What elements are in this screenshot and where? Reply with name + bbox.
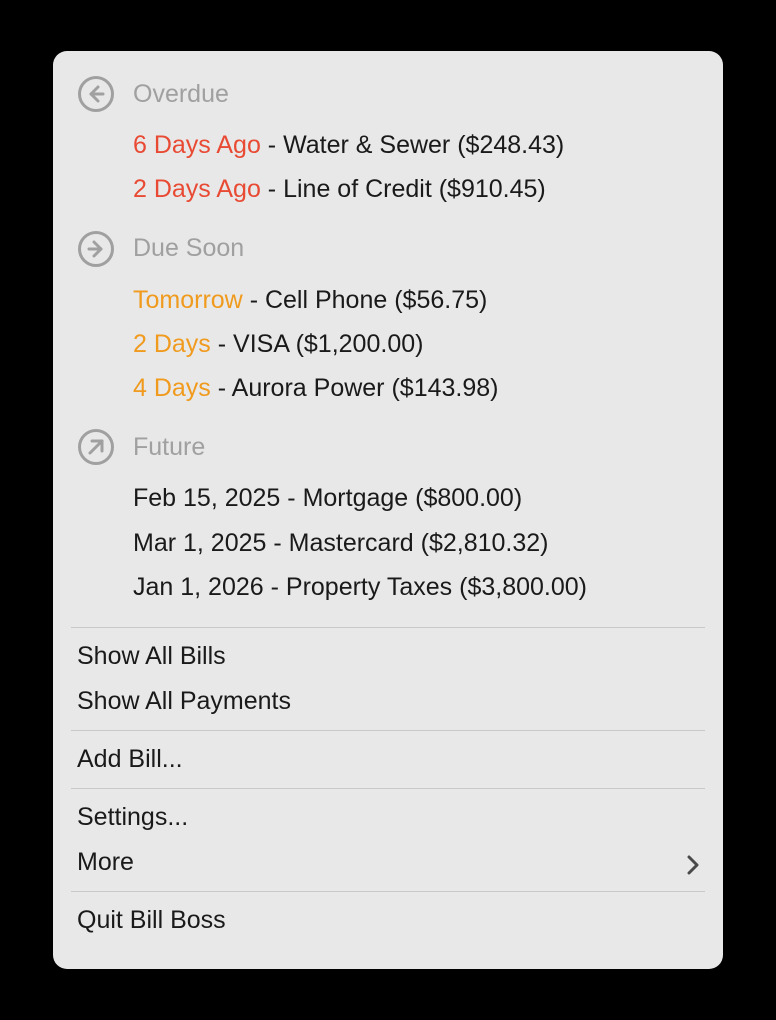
menu-group-quit: Quit Bill Boss: [53, 892, 723, 949]
bill-sep: -: [243, 286, 265, 314]
bill-amount: ($2,810.32): [421, 529, 549, 557]
duesoon-title: Due Soon: [133, 234, 244, 263]
menu-label: Settings...: [77, 803, 188, 832]
future-header: Future: [77, 428, 699, 466]
chevron-right-icon: [687, 853, 699, 873]
bill-date: 6 Days Ago: [133, 131, 261, 159]
bill-name: Mortgage: [303, 484, 409, 512]
bill-sep: -: [261, 131, 283, 159]
bill-sep: -: [280, 484, 302, 512]
bill-item[interactable]: Feb 15, 2025 - Mortgage ($800.00): [133, 480, 699, 516]
bill-date: Mar 1, 2025: [133, 529, 266, 557]
overdue-header: Overdue: [77, 75, 699, 113]
menu-group-show: Show All Bills Show All Payments: [53, 628, 723, 730]
bill-item[interactable]: Jan 1, 2026 - Property Taxes ($3,800.00): [133, 569, 699, 605]
bill-amount: ($143.98): [391, 374, 498, 402]
menu-label: Show All Payments: [77, 687, 291, 716]
arrow-up-right-circle-icon: [77, 428, 115, 466]
bill-item[interactable]: Tomorrow - Cell Phone ($56.75): [133, 282, 699, 318]
bill-amount: ($910.45): [439, 175, 546, 203]
overdue-title: Overdue: [133, 80, 229, 109]
show-all-bills-button[interactable]: Show All Bills: [53, 634, 723, 679]
future-section: Future Feb 15, 2025 - Mortgage ($800.00)…: [53, 428, 723, 605]
bill-name: Mastercard: [289, 529, 414, 557]
bill-name: Property Taxes: [286, 573, 452, 601]
menu-group-add: Add Bill...: [53, 731, 723, 788]
bill-date: 2 Days: [133, 330, 211, 358]
bill-date: Jan 1, 2026: [133, 573, 264, 601]
bill-sep: -: [264, 573, 286, 601]
bill-name: Aurora Power: [232, 374, 385, 402]
future-list: Feb 15, 2025 - Mortgage ($800.00) Mar 1,…: [77, 480, 699, 605]
menu-group-settings: Settings... More: [53, 789, 723, 891]
settings-button[interactable]: Settings...: [53, 795, 723, 840]
menu-label: More: [77, 848, 134, 877]
menu-label: Quit Bill Boss: [77, 906, 226, 935]
show-all-payments-button[interactable]: Show All Payments: [53, 679, 723, 724]
menu-label: Add Bill...: [77, 745, 183, 774]
bill-date: 4 Days: [133, 374, 211, 402]
bill-name: VISA: [233, 330, 289, 358]
more-button[interactable]: More: [53, 840, 723, 885]
bill-item[interactable]: 4 Days - Aurora Power ($143.98): [133, 370, 699, 406]
bill-amount: ($1,200.00): [296, 330, 424, 358]
bill-sep: -: [211, 374, 232, 402]
quit-button[interactable]: Quit Bill Boss: [53, 898, 723, 943]
bill-sep: -: [266, 529, 288, 557]
bill-sep: -: [211, 330, 233, 358]
overdue-list: 6 Days Ago - Water & Sewer ($248.43) 2 D…: [77, 127, 699, 208]
arrow-right-circle-icon: [77, 230, 115, 268]
bill-sep: -: [261, 175, 283, 203]
bill-date: Tomorrow: [133, 286, 243, 314]
arrow-left-circle-icon: [77, 75, 115, 113]
menu-label: Show All Bills: [77, 642, 226, 671]
bill-date: 2 Days Ago: [133, 175, 261, 203]
duesoon-list: Tomorrow - Cell Phone ($56.75) 2 Days - …: [77, 282, 699, 407]
bill-boss-panel: Overdue 6 Days Ago - Water & Sewer ($248…: [53, 51, 723, 969]
add-bill-button[interactable]: Add Bill...: [53, 737, 723, 782]
overdue-section: Overdue 6 Days Ago - Water & Sewer ($248…: [53, 75, 723, 208]
bill-name: Water & Sewer: [283, 131, 450, 159]
bill-amount: ($248.43): [457, 131, 564, 159]
bill-name: Line of Credit: [283, 175, 432, 203]
duesoon-section: Due Soon Tomorrow - Cell Phone ($56.75) …: [53, 230, 723, 407]
bill-item[interactable]: 2 Days - VISA ($1,200.00): [133, 326, 699, 362]
bill-item[interactable]: Mar 1, 2025 - Mastercard ($2,810.32): [133, 525, 699, 561]
future-title: Future: [133, 433, 205, 462]
bill-amount: ($3,800.00): [459, 573, 587, 601]
bill-amount: ($800.00): [415, 484, 522, 512]
bill-item[interactable]: 2 Days Ago - Line of Credit ($910.45): [133, 171, 699, 207]
bill-name: Cell Phone: [265, 286, 387, 314]
bill-item[interactable]: 6 Days Ago - Water & Sewer ($248.43): [133, 127, 699, 163]
duesoon-header: Due Soon: [77, 230, 699, 268]
bill-date: Feb 15, 2025: [133, 484, 280, 512]
bill-amount: ($56.75): [394, 286, 487, 314]
